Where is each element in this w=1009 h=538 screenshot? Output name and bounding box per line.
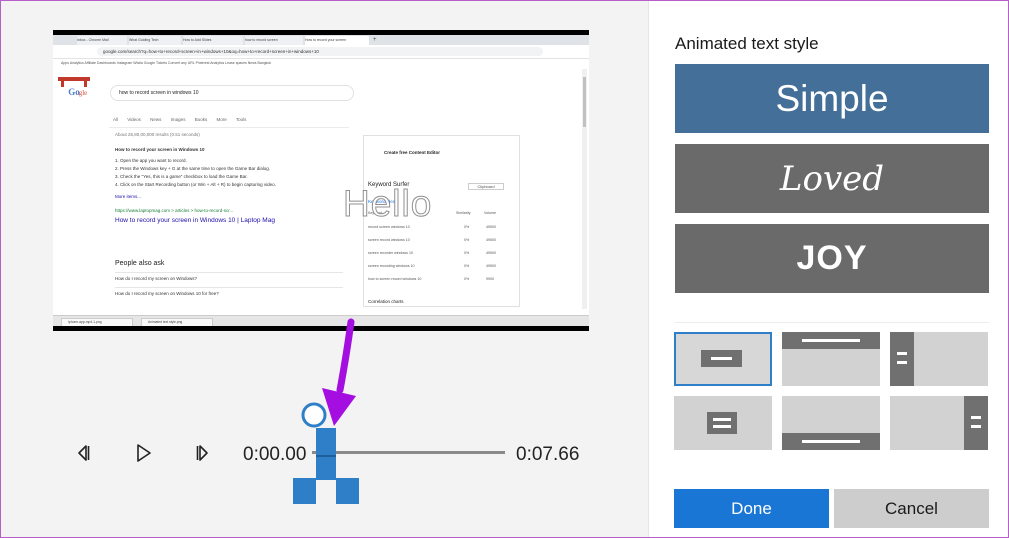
step-forward-icon bbox=[196, 445, 208, 461]
google-doodle-logo: Go gle bbox=[58, 77, 90, 97]
keyword-cell: how to screen record windows 10 bbox=[368, 277, 422, 281]
download-item: Iphone-app-mp4-1.png bbox=[61, 318, 133, 326]
result-count: About 26,80,00,000 results (0.51 seconds… bbox=[115, 132, 200, 137]
volume-cell: 49500 bbox=[486, 225, 496, 229]
style-label: Simple bbox=[775, 77, 889, 119]
snippet-step: 4. Click on the Start Recording button (… bbox=[115, 182, 276, 187]
play-button[interactable] bbox=[131, 441, 155, 465]
keyword-row: screen record windows 10 0% 49500 bbox=[368, 238, 513, 244]
browser-address-bar: google.com/search?q=how+to+record+screen… bbox=[97, 47, 543, 56]
step-back-icon bbox=[78, 445, 90, 461]
result-url: https://www.laptopmag.com > articles > h… bbox=[115, 208, 234, 213]
style-joy[interactable]: JOY bbox=[675, 224, 989, 293]
keyword-row: how to screen record windows 10 0% 9900 bbox=[368, 277, 513, 283]
similarity-cell: 0% bbox=[464, 238, 470, 242]
volume-col-header: Volume bbox=[484, 211, 496, 215]
paa-item: How do I record my screen on Windows 10 … bbox=[115, 291, 219, 296]
browser-tab: What Guiding Tech bbox=[129, 36, 181, 45]
create-content-editor: Create free Content Editor bbox=[384, 150, 441, 155]
panel-title: Animated text style bbox=[675, 34, 819, 53]
keyword-cell: screen recorder windows 10 bbox=[368, 251, 413, 255]
keyword-row: screen recorder windows 10 0% 49500 bbox=[368, 251, 513, 257]
keyword-cell: record screen windows 10 bbox=[368, 225, 410, 229]
style-simple[interactable]: Simple bbox=[675, 64, 989, 133]
next-frame-button[interactable] bbox=[191, 441, 215, 465]
layout-left-bar[interactable] bbox=[890, 332, 988, 386]
previous-frame-button[interactable] bbox=[71, 441, 95, 465]
layout-center[interactable] bbox=[674, 332, 772, 386]
keyword-row: screen recording windows 10 0% 49500 bbox=[368, 264, 513, 270]
video-preview[interactable]: Inbox - Chrome Mail What Guiding Tech Ho… bbox=[53, 30, 589, 331]
more-items-link: More items... bbox=[115, 194, 142, 199]
animated-text-overlay[interactable]: Hello bbox=[342, 183, 432, 225]
snippet-title: How to record your screen in Windows 10 bbox=[115, 147, 205, 152]
svg-text:gle: gle bbox=[79, 89, 88, 97]
google-search-tabs: All Videos News Images Books More Tools bbox=[113, 117, 247, 122]
volume-cell: 9900 bbox=[486, 277, 494, 281]
divider bbox=[115, 287, 343, 288]
snippet-step: 3. Check the "Yes, this is a game" check… bbox=[115, 174, 248, 179]
keyword-cell: screen recording windows 10 bbox=[368, 264, 415, 268]
download-item: Animated text style.png bbox=[141, 318, 213, 326]
text-banner-icon bbox=[782, 332, 880, 349]
volume-cell: 49500 bbox=[486, 251, 496, 255]
similarity-cell: 0% bbox=[464, 264, 470, 268]
style-label: Loved bbox=[779, 158, 885, 199]
keyword-cell: screen record windows 10 bbox=[368, 238, 410, 242]
layout-center-small[interactable] bbox=[674, 396, 772, 450]
correlation-charts-heading: Correlation charts bbox=[368, 299, 404, 304]
volume-cell: 49500 bbox=[486, 238, 496, 242]
similarity-cell: 0% bbox=[464, 277, 470, 281]
browser-tab: Inbox - Chrome Mail bbox=[77, 36, 127, 45]
cancel-button[interactable]: Cancel bbox=[834, 489, 989, 528]
text-block-icon bbox=[707, 412, 737, 434]
similarity-cell: 0% bbox=[464, 251, 470, 255]
total-duration: 0:07.66 bbox=[516, 444, 580, 465]
annotation-arrow-icon bbox=[322, 318, 356, 426]
preview-frame-screenshot: Inbox - Chrome Mail What Guiding Tech Ho… bbox=[53, 35, 589, 326]
browser-scrollbar bbox=[582, 69, 587, 309]
browser-address-row: google.com/search?q=how+to+record+screen… bbox=[53, 45, 589, 59]
browser-tab: How to Add Slides bbox=[183, 36, 243, 45]
layout-top-banner[interactable] bbox=[782, 332, 880, 386]
google-search-box: how to record screen in windows 10 bbox=[110, 85, 354, 101]
new-tab-icon: + bbox=[373, 37, 377, 43]
animated-text-panel: Animated text style Simple Loved JOY Don… bbox=[648, 0, 1009, 538]
text-sidebar-icon bbox=[964, 396, 988, 450]
style-label: JOY bbox=[796, 239, 868, 277]
style-loved[interactable]: Loved bbox=[675, 144, 989, 213]
layout-right-bar[interactable] bbox=[890, 396, 988, 450]
browser-tab-strip: Inbox - Chrome Mail What Guiding Tech Ho… bbox=[53, 35, 589, 45]
clipboard-button: Clipboard bbox=[468, 183, 504, 190]
video-editor-pane: Inbox - Chrome Mail What Guiding Tech Ho… bbox=[0, 0, 648, 538]
text-banner-icon bbox=[782, 433, 880, 450]
play-icon bbox=[137, 444, 151, 462]
divider bbox=[115, 272, 343, 273]
divider bbox=[109, 127, 349, 128]
similarity-cell: 0% bbox=[464, 225, 470, 229]
text-sidebar-icon bbox=[890, 332, 914, 386]
done-button[interactable]: Done bbox=[674, 489, 829, 528]
browser-tab: how to record screen bbox=[245, 36, 303, 45]
similarity-col-header: Similarity bbox=[456, 211, 471, 215]
snippet-step: 1. Open the app you want to record. bbox=[115, 158, 187, 163]
paa-item: How do I record my screen on Windows? bbox=[115, 276, 198, 281]
snippet-step: 2. Press the Windows key + G at the same… bbox=[115, 166, 270, 171]
divider bbox=[675, 322, 989, 323]
text-block-icon bbox=[701, 350, 742, 367]
volume-cell: 49500 bbox=[486, 264, 496, 268]
keyword-row: record screen windows 10 0% 49500 bbox=[368, 225, 513, 231]
result-title: How to record your screen in Windows 10 … bbox=[115, 217, 275, 224]
people-also-ask-heading: People also ask bbox=[115, 260, 165, 267]
browser-bookmarks-bar: Apps Analytics Affiliate Dashboards Inst… bbox=[53, 59, 589, 68]
layout-bottom-banner[interactable] bbox=[782, 396, 880, 450]
browser-tab-active: How to record your screen bbox=[305, 36, 369, 45]
